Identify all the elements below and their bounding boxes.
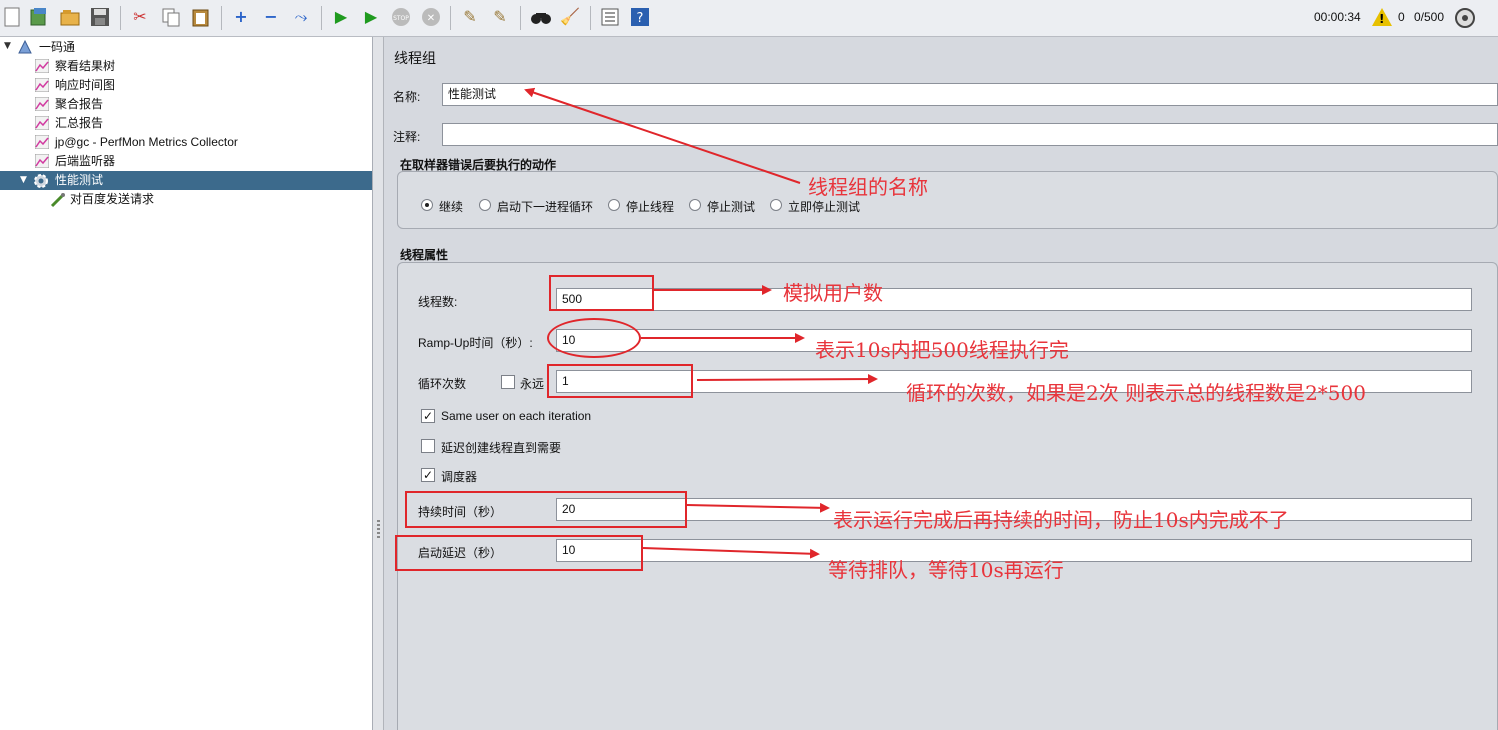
arrow-startup-delay (642, 547, 820, 559)
annotation-duration: 表示运行完成后再持续的时间，防止10s内完成不了 (833, 508, 1289, 532)
annotation-rampup: 表示10s内把500线程执行完 (815, 338, 1069, 362)
annotation-loop: 循环的次数，如果是2次 则表示总的线程数是2*500 (906, 381, 1366, 405)
annotation-arrows (524, 87, 878, 559)
annotation-name: 线程组的名称 (808, 175, 928, 199)
annotation-threads: 模拟用户数 (783, 281, 883, 305)
arrow-name (524, 87, 801, 184)
arrow-duration (686, 502, 830, 513)
annotation-startup-delay: 等待排队，等待10s再运行 (828, 558, 1064, 582)
arrow-loop (696, 374, 878, 385)
